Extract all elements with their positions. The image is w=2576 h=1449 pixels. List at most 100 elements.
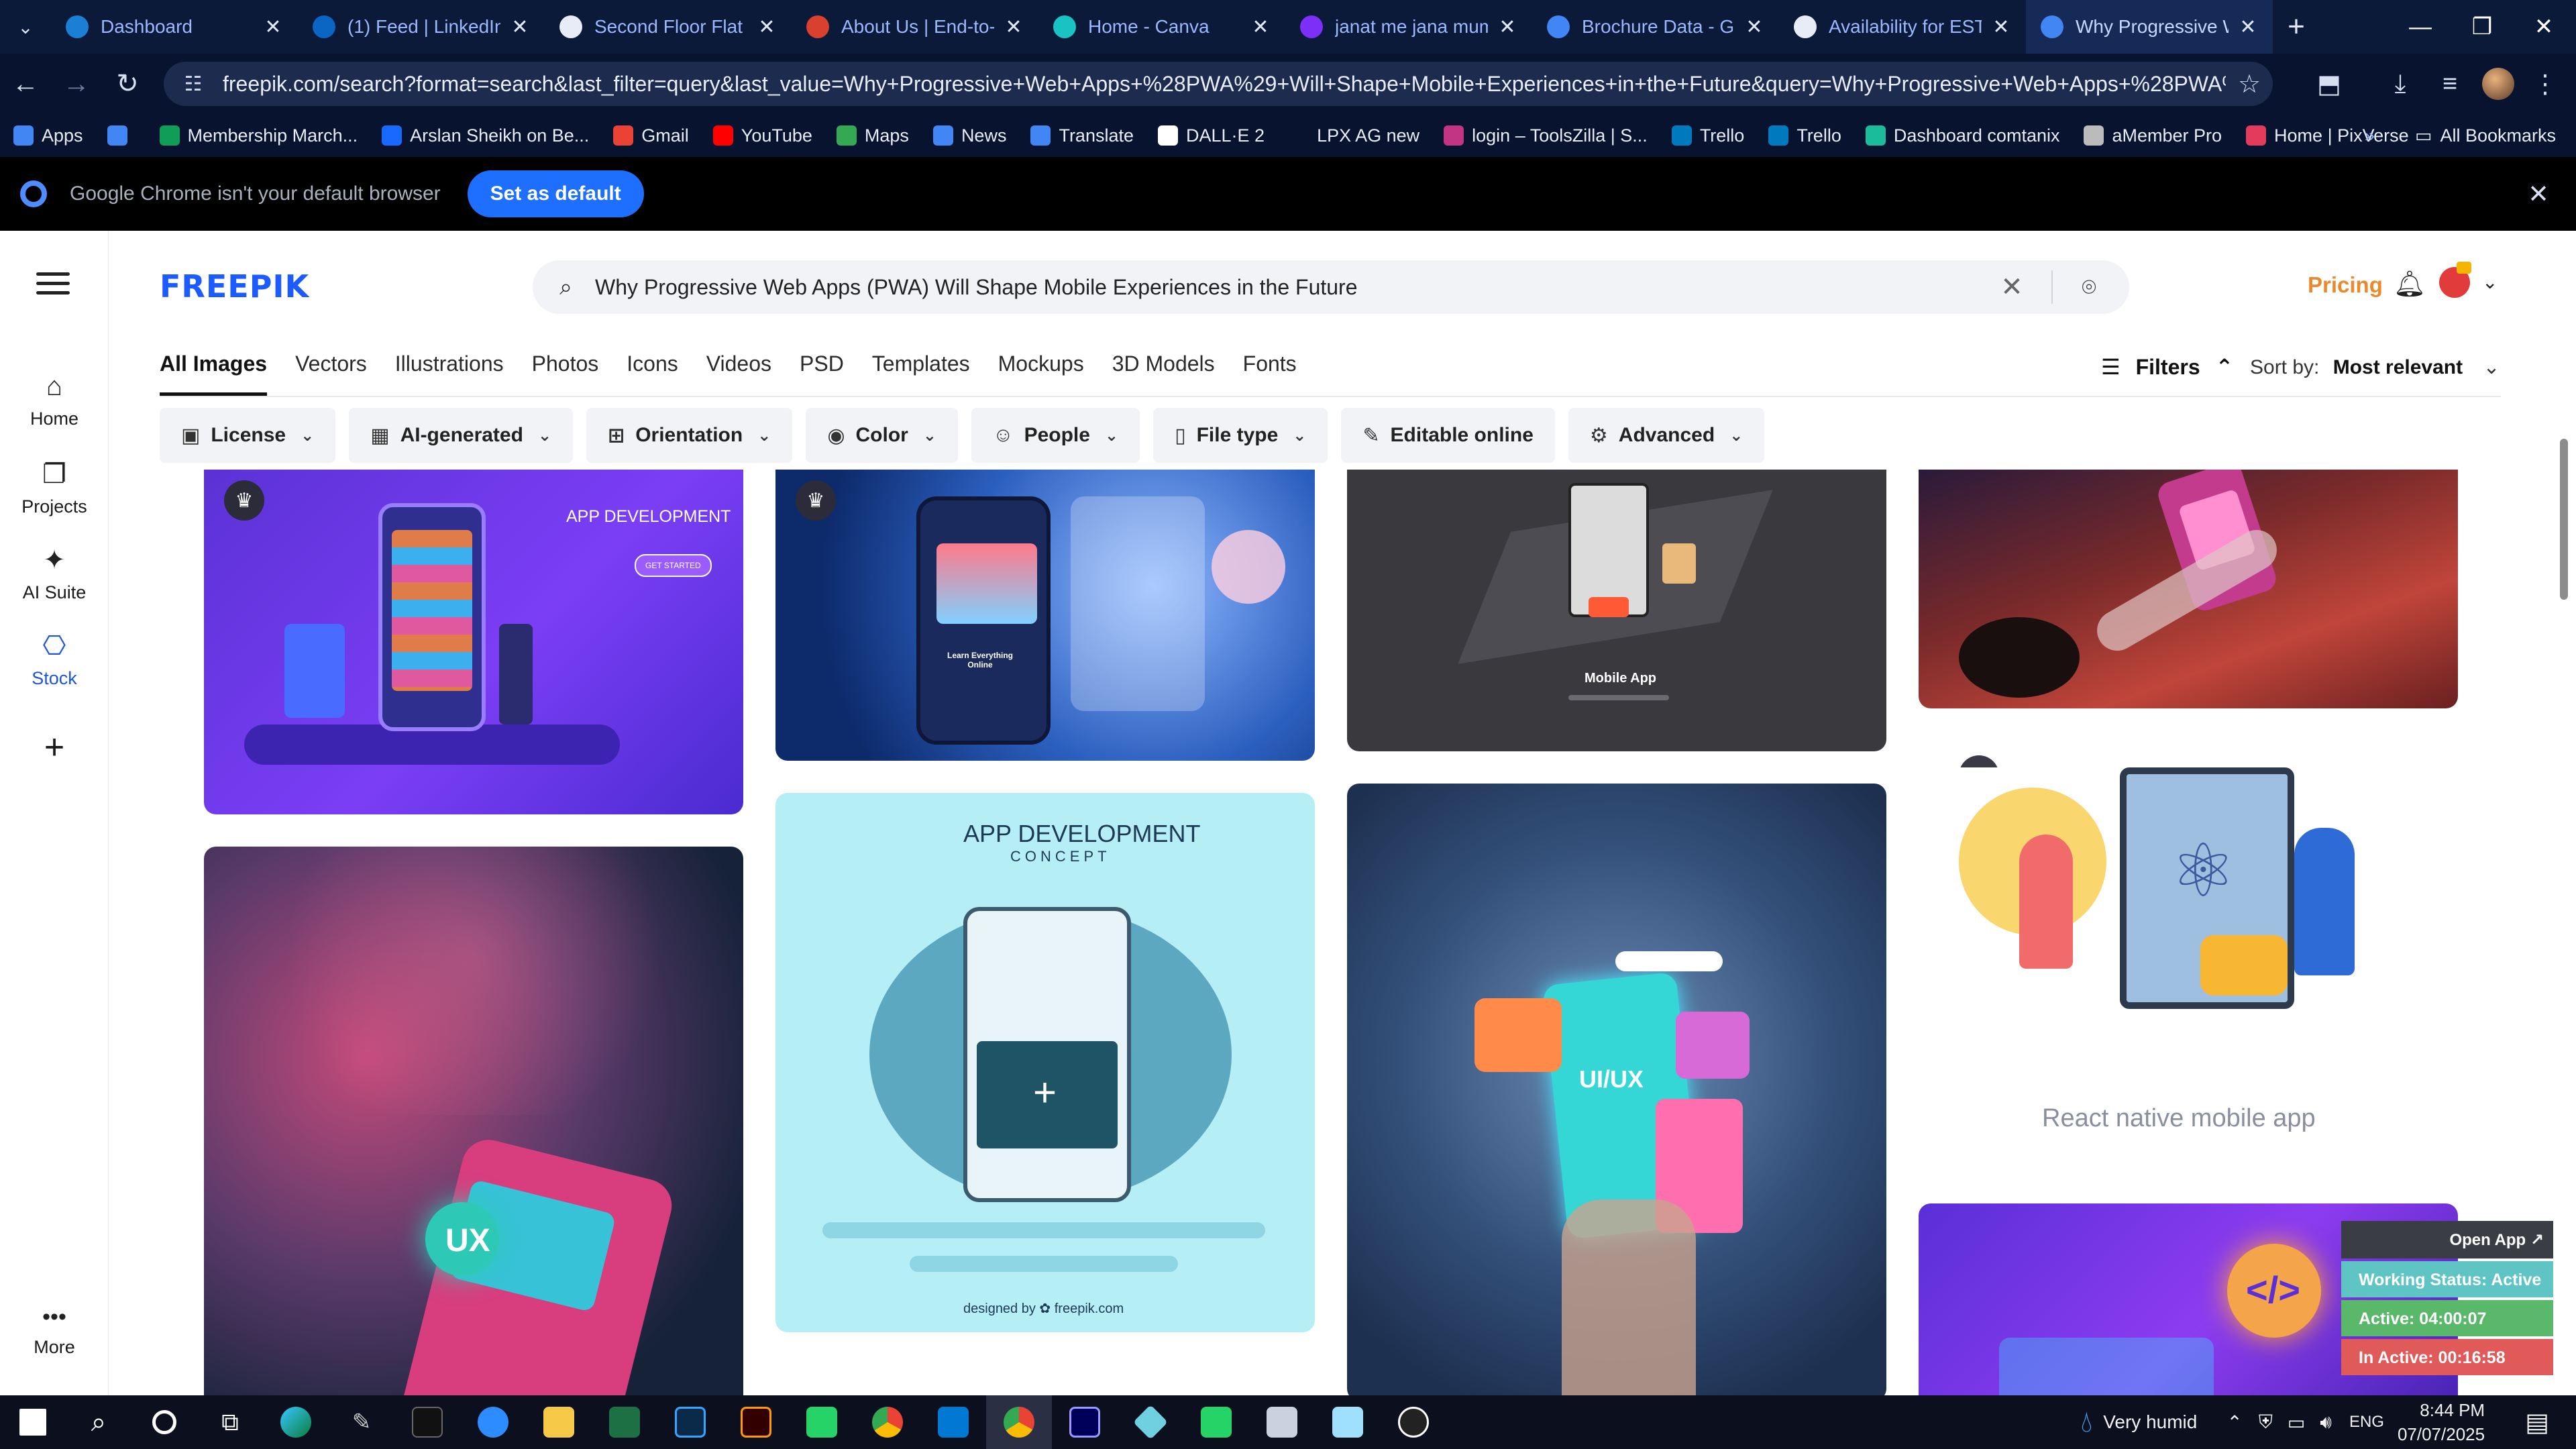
premiere-icon[interactable] bbox=[1052, 1395, 1118, 1449]
windows-start-icon[interactable] bbox=[0, 1395, 66, 1449]
bookmark-item[interactable]: Translate bbox=[1030, 125, 1134, 146]
category-tab[interactable]: Templates bbox=[872, 352, 970, 396]
bookmark-item[interactable]: login – ToolsZilla | S... bbox=[1444, 125, 1648, 146]
filter-chip[interactable]: ▣ License ⌄ bbox=[160, 408, 336, 463]
photoshop-icon[interactable] bbox=[657, 1395, 723, 1449]
rail-item-ai-suite[interactable]: ✦ AI Suite bbox=[0, 545, 109, 603]
bookmarks-chevron-icon[interactable]: » bbox=[2365, 125, 2375, 146]
app-icon[interactable] bbox=[1118, 1395, 1183, 1449]
open-app-button[interactable]: Open App ↗ bbox=[2341, 1221, 2553, 1258]
language-indicator[interactable]: ENG bbox=[2349, 1413, 2384, 1432]
category-tab[interactable]: Icons bbox=[627, 352, 678, 396]
search-bar[interactable]: ⌕ Why Progressive Web Apps (PWA) Will Sh… bbox=[533, 260, 2129, 314]
category-tab[interactable]: Illustrations bbox=[395, 352, 504, 396]
rail-item-more[interactable]: ••• More bbox=[0, 1304, 109, 1358]
image-card-phone-red[interactable] bbox=[1919, 470, 2458, 708]
category-tab[interactable]: Videos bbox=[706, 352, 771, 396]
infobar-close-icon[interactable]: ✕ bbox=[2528, 179, 2549, 209]
sort-dropdown[interactable]: Sort by: Most relevant ⌄ bbox=[2250, 356, 2500, 379]
weather-text[interactable]: Very humid bbox=[2103, 1411, 2197, 1433]
terminal-icon[interactable] bbox=[394, 1395, 460, 1449]
security-icon[interactable]: ⛨ bbox=[2259, 1411, 2273, 1434]
bookmark-item[interactable]: Gmail bbox=[613, 125, 689, 146]
bookmark-item[interactable]: News bbox=[932, 125, 1006, 146]
tray-chevron-icon[interactable]: ⌃ bbox=[2226, 1411, 2242, 1434]
notifications-icon[interactable]: ▤ bbox=[2525, 1407, 2549, 1438]
forward-icon[interactable]: → bbox=[51, 54, 102, 114]
browser-tab[interactable]: Dashboard ✕ bbox=[51, 0, 298, 54]
chevron-down-icon[interactable]: ⌄ bbox=[2482, 271, 2498, 293]
pen-icon[interactable]: ✎ bbox=[329, 1395, 394, 1449]
image-card-neon-ux[interactable]: UX bbox=[204, 847, 743, 1395]
bookmark-item[interactable]: aMember Pro bbox=[2084, 125, 2222, 146]
restore-icon[interactable]: ❐ bbox=[2450, 0, 2514, 54]
chrome-menu-icon[interactable]: ⋮ bbox=[2513, 54, 2576, 114]
network-icon[interactable]: ▭ bbox=[2288, 1411, 2305, 1434]
category-tab[interactable]: Vectors bbox=[295, 352, 367, 396]
media-player-icon[interactable] bbox=[1381, 1395, 1446, 1449]
freepik-logo[interactable]: FREEPIK bbox=[160, 268, 309, 305]
category-tab[interactable]: Fonts bbox=[1243, 352, 1297, 396]
category-tab[interactable]: PSD bbox=[800, 352, 844, 396]
zoom-icon[interactable] bbox=[460, 1395, 526, 1449]
search-icon[interactable]: ⌕ bbox=[66, 1395, 131, 1449]
browser-tab[interactable]: (1) Feed | LinkedIn ✕ bbox=[298, 0, 545, 54]
task-view-icon[interactable]: ⧉ bbox=[197, 1395, 263, 1449]
notifications-bell-icon[interactable]: 🔔︎ bbox=[2394, 270, 2426, 299]
tab-close-icon[interactable]: ✕ bbox=[2238, 15, 2258, 39]
category-tab[interactable]: 3D Models bbox=[1112, 352, 1215, 396]
tab-close-icon[interactable]: ✕ bbox=[263, 15, 283, 39]
all-bookmarks-link[interactable]: All Bookmarks bbox=[2440, 125, 2556, 146]
whatsapp-business-icon[interactable] bbox=[1183, 1395, 1249, 1449]
bookmark-star-icon[interactable]: ☆ bbox=[2226, 69, 2273, 99]
browser-tab[interactable]: Why Progressive We ✕ bbox=[2026, 0, 2273, 54]
volume-icon[interactable]: 🔊︎ bbox=[2320, 1411, 2332, 1434]
bookmark-item[interactable] bbox=[107, 125, 136, 146]
bookmark-item[interactable]: Trello bbox=[1671, 125, 1744, 146]
filter-chip[interactable]: ▯ File type ⌄ bbox=[1153, 408, 1328, 463]
vscode-icon[interactable] bbox=[920, 1395, 986, 1449]
filter-chip[interactable]: ⚙ Advanced ⌄ bbox=[1568, 408, 1765, 463]
bookmark-item[interactable]: Arslan Sheikh on Be... bbox=[382, 125, 589, 146]
image-card-app-concept[interactable]: APP DEVELOPMENT CONCEPT + designed by ✿ … bbox=[775, 793, 1315, 1332]
pricing-link[interactable]: Pricing bbox=[2308, 272, 2383, 298]
category-tab[interactable]: Mockups bbox=[998, 352, 1084, 396]
excel-icon[interactable] bbox=[592, 1395, 657, 1449]
search-input[interactable]: Why Progressive Web Apps (PWA) Will Shap… bbox=[595, 275, 1988, 300]
filter-chip[interactable]: ▦ AI-generated ⌄ bbox=[349, 408, 574, 463]
rail-item-home[interactable]: ⌂ Home bbox=[0, 372, 109, 429]
tab-search-icon[interactable]: ⌄ bbox=[0, 0, 51, 54]
camera-search-icon[interactable]: ⌾ bbox=[2069, 273, 2109, 302]
weather-icon[interactable]: 💧︎ bbox=[2081, 1405, 2093, 1439]
whatsapp-icon[interactable] bbox=[789, 1395, 855, 1449]
edge-icon[interactable] bbox=[263, 1395, 329, 1449]
tab-close-icon[interactable]: ✕ bbox=[1991, 15, 2011, 39]
browser-tab[interactable]: Availability for EST sh ✕ bbox=[1779, 0, 2026, 54]
illustrator-icon[interactable] bbox=[723, 1395, 789, 1449]
chrome-active-icon[interactable] bbox=[986, 1395, 1052, 1449]
tab-close-icon[interactable]: ✕ bbox=[1250, 15, 1271, 39]
extensions-icon[interactable]: ⬒ bbox=[2297, 54, 2361, 114]
address-bar[interactable]: ☷ freepik.com/search?format=search&last_… bbox=[164, 62, 2273, 106]
image-card-uiux[interactable]: UI/UX bbox=[1347, 784, 1886, 1395]
calculator-icon[interactable] bbox=[1249, 1395, 1315, 1449]
image-card-hands-phone[interactable]: ♛ Learn Everything Online bbox=[775, 470, 1315, 761]
bookmark-item[interactable]: DALL·E 2 bbox=[1158, 125, 1265, 146]
rail-item-projects[interactable]: ❐ Projects bbox=[0, 459, 109, 517]
menu-icon[interactable] bbox=[36, 272, 70, 301]
filter-chip[interactable]: ✎ Editable online bbox=[1341, 408, 1555, 463]
filters-toggle[interactable]: ☰ Filters ⌃ bbox=[2101, 354, 2233, 380]
browser-tab[interactable]: Second Floor Flat For ✕ bbox=[545, 0, 792, 54]
chrome-icon[interactable] bbox=[855, 1395, 920, 1449]
filter-chip[interactable]: ◉ Color ⌄ bbox=[806, 408, 958, 463]
scrollbar-thumb[interactable] bbox=[2560, 439, 2568, 600]
bookmark-item[interactable]: Membership March... bbox=[159, 125, 358, 146]
bookmark-item[interactable]: Apps bbox=[13, 125, 83, 146]
browser-tab[interactable]: Brochure Data - Goo ✕ bbox=[1532, 0, 1779, 54]
tab-close-icon[interactable]: ✕ bbox=[1744, 15, 1764, 39]
rail-item-stock[interactable]: ⎔ Stock bbox=[0, 631, 109, 689]
add-icon[interactable]: + bbox=[0, 727, 109, 767]
minimize-icon[interactable]: — bbox=[2388, 0, 2453, 54]
cortana-icon[interactable] bbox=[131, 1395, 197, 1449]
filter-chip[interactable]: ☺ People ⌄ bbox=[971, 408, 1140, 463]
